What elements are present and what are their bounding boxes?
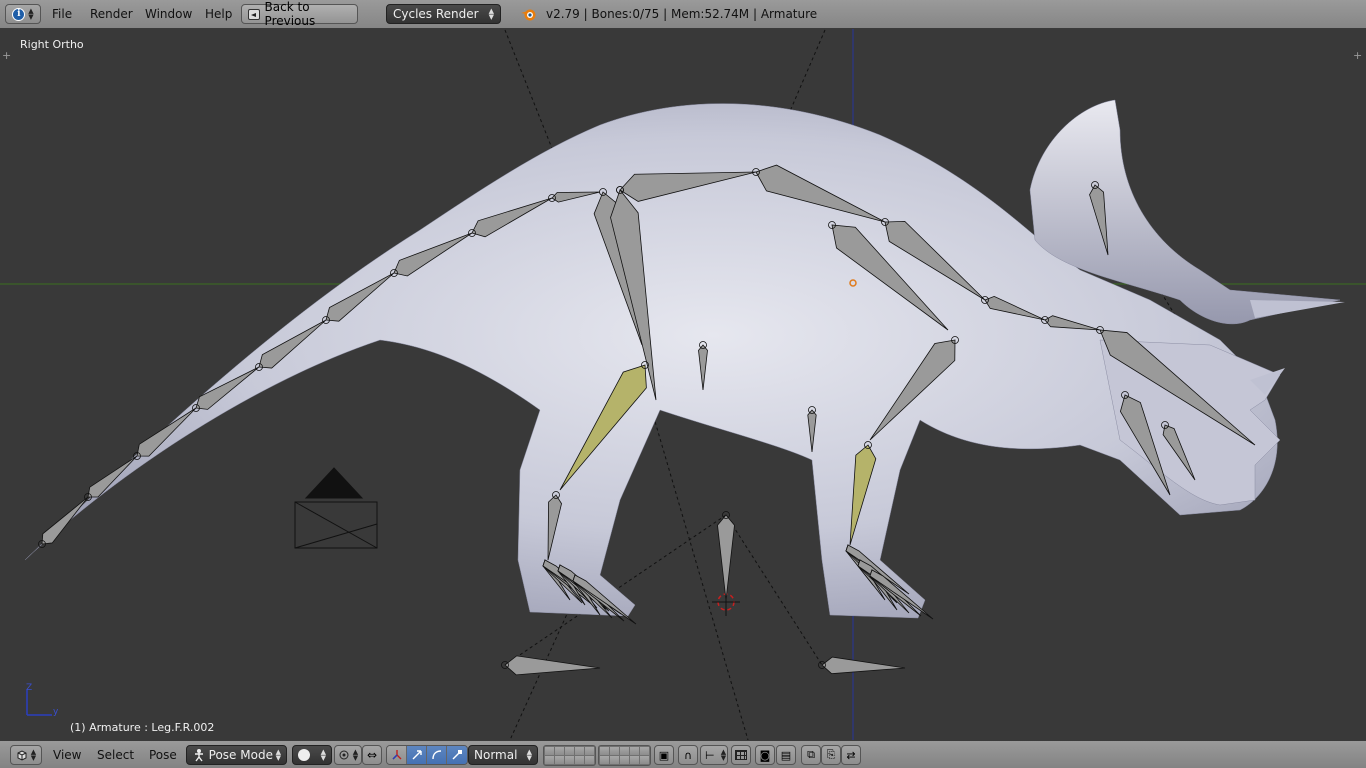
shading-select[interactable]: ▲ ▼ [292,745,332,765]
snap-magnet-icon: ∩ [683,748,693,762]
updown-arrow-icon: ▲ ▼ [320,748,326,762]
updown-arrow-icon: ▲ ▼ [28,7,34,21]
rotate-toggle[interactable] [427,746,447,764]
blender-logo-icon [521,9,536,21]
gizmo-y-label: y [53,707,59,717]
region-expand-right-icon[interactable]: + [1353,49,1362,62]
view-name-label: Right Ortho [20,38,84,51]
back-screen-icon [248,8,260,20]
manipulator-icon [392,750,401,760]
active-object-label: (1) Armature : Leg.F.R.002 [70,721,215,734]
render-engine-label: Cycles Render [393,7,479,21]
updown-arrow-icon: ▲ ▼ [488,7,494,21]
editor-type-button[interactable]: i ▲ ▼ [5,4,41,24]
lock-camera-icon: ▣ [658,748,670,762]
menu-file[interactable]: File [52,3,72,25]
3d-view-icon [17,750,27,761]
mode-label: Pose Mode [208,748,273,762]
pivot-point-icon [339,750,349,760]
render-engine-select[interactable]: Cycles Render ▲ ▼ [386,4,501,24]
paste-pose-button[interactable]: ⎘ [821,745,841,765]
render-anim-button[interactable]: ▤ [776,745,796,765]
align-arrows-icon: ⇔ [366,748,378,762]
solid-shading-icon [298,749,310,761]
updown-arrow-icon: ▲ ▼ [720,748,727,762]
bone[interactable] [504,655,601,676]
back-to-previous-button[interactable]: Back to Previous [241,0,358,28]
menu-render[interactable]: Render [90,3,133,25]
snap-element-select[interactable]: ⊢ ▲ ▼ [700,745,728,765]
bone[interactable] [87,455,138,498]
pose-mode-icon [195,749,203,762]
translate-toggle[interactable] [407,746,427,764]
info-header: i ▲ ▼ File Render Window Help Back to Pre… [0,0,1366,29]
render-camera-icon: ◙ [759,748,771,762]
paste-flipped-pose-button[interactable]: ⇄ [841,745,861,765]
rotate-icon [431,750,441,760]
layers-grid[interactable] [543,744,651,766]
info-icon: i [12,7,26,21]
render-clapper-icon: ▤ [780,748,792,762]
paste-pose-icon: ⎘ [826,748,836,761]
pivot-point-select[interactable]: ▲ ▼ [334,745,362,765]
transform-orientation-select[interactable]: Normal ▲ ▼ [468,745,538,765]
snap-target-icon [735,750,747,760]
menu-help[interactable]: Help [205,3,232,25]
copy-pose-icon: ⧉ [807,748,815,761]
bone[interactable] [717,514,735,601]
layers-block-1[interactable] [543,744,596,766]
updown-arrow-icon: ▲ ▼ [526,748,532,762]
camera-object[interactable] [294,467,378,549]
snap-element-icon: ⊢ [705,748,715,762]
updown-arrow-icon: ▲ ▼ [30,748,37,762]
menu-window[interactable]: Window [145,3,192,25]
transform-orientation-label: Normal [474,748,518,762]
view-axis-gizmo: Z y [26,683,59,717]
layers-block-2[interactable] [598,744,651,766]
lock-layers-button[interactable]: ▣ [654,745,674,765]
scene-stats: v2.79 | Bones:0/75 | Mem:52.74M | Armatu… [546,7,818,21]
manipulator-group [386,745,468,765]
manipulator-toggle[interactable] [387,746,407,764]
editor-type-button[interactable]: ▲ ▼ [10,745,42,765]
region-expand-left-icon[interactable]: + [2,49,11,62]
paste-flipped-pose-icon: ⇄ [846,748,856,762]
menu-select[interactable]: Select [97,745,134,765]
translate-icon [412,750,422,760]
scene-canvas[interactable]: Z y [0,29,1366,740]
back-to-previous-label: Back to Previous [264,0,316,28]
3d-viewport[interactable]: Z y Right Ortho (1) Armature : Leg.F.R.0… [0,29,1366,740]
gizmo-z-label: Z [26,683,32,693]
mode-select[interactable]: Pose Mode ▲ ▼ [186,745,287,765]
bone[interactable] [821,656,906,675]
updown-arrow-icon: ▲ ▼ [352,748,359,762]
snap-toggle[interactable]: ∩ [678,745,698,765]
render-button[interactable]: ◙ [755,745,775,765]
menu-view[interactable]: View [53,745,81,765]
scale-icon [452,750,462,760]
updown-arrow-icon: ▲ ▼ [275,748,281,762]
copy-pose-button[interactable]: ⧉ [801,745,821,765]
scale-toggle[interactable] [447,746,467,764]
snap-target-button[interactable] [731,745,751,765]
pivot-align-button[interactable]: ⇔ [362,745,382,765]
menu-pose[interactable]: Pose [149,745,177,765]
3d-view-header: ▲ ▼ View Select Pose Pose Mode ▲ ▼ ▲ ▼ ▲ ▼ ⇔ [0,740,1366,768]
bone[interactable] [41,496,89,545]
